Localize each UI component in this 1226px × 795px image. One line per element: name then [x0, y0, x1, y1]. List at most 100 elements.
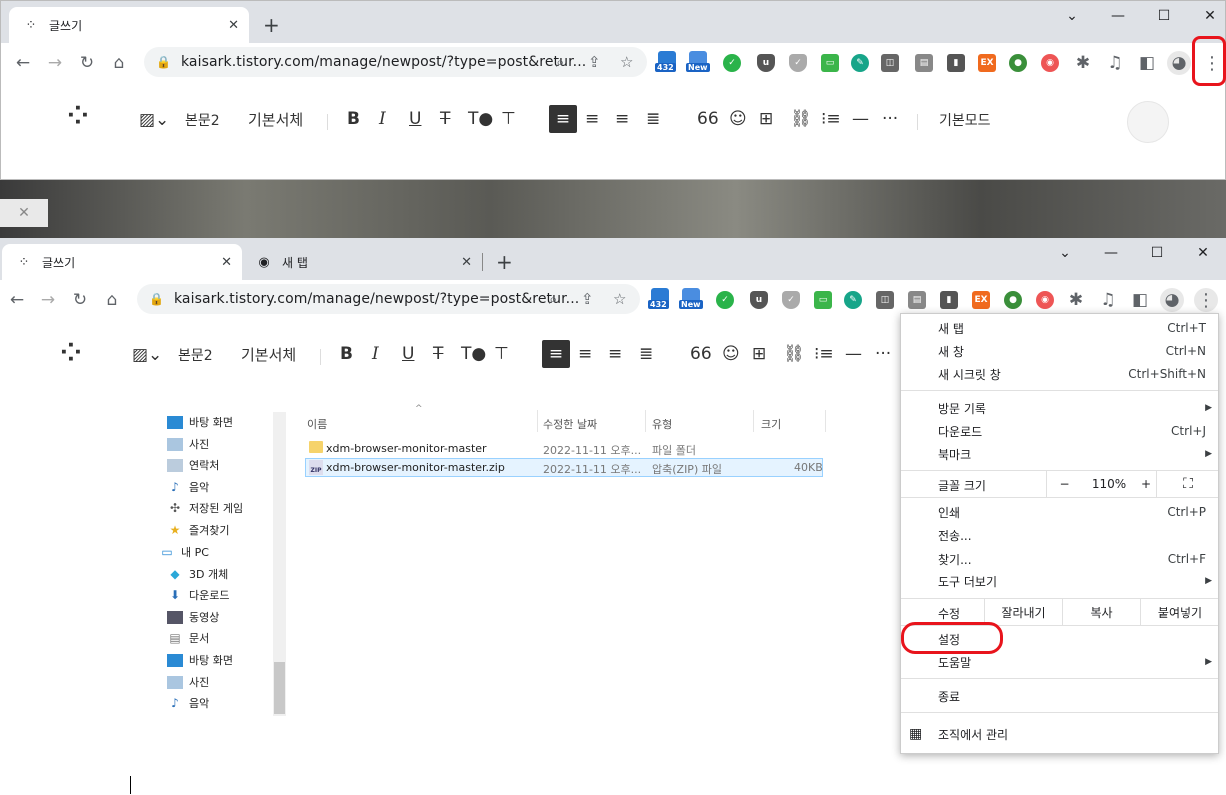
bottom-maximize-button[interactable]: ☐: [1134, 238, 1180, 268]
bottom-ext-cast-icon[interactable]: ▤: [908, 291, 926, 309]
top-maximize-button[interactable]: ☐: [1141, 1, 1187, 31]
top-ext-pdf-icon[interactable]: ◉: [1041, 54, 1059, 72]
bottom-align-center-icon[interactable]: ≡: [578, 344, 592, 364]
top-hr-icon[interactable]: —: [852, 109, 869, 129]
col-header-size[interactable]: 크기: [761, 416, 781, 432]
zoom-out-button[interactable]: −: [1046, 471, 1082, 497]
bottom-image-insert-icon[interactable]: ▨⌄: [132, 345, 162, 365]
top-paragraph-style[interactable]: 본문2: [185, 110, 220, 130]
bottom-ext-pdf-icon[interactable]: ◉: [1036, 291, 1054, 309]
bottom-tab-write[interactable]: ⁘ 글쓰기 ✕: [2, 244, 242, 280]
top-image-insert-icon[interactable]: ▨⌄: [139, 110, 169, 130]
bottom-ext-screen-icon[interactable]: ▭: [814, 291, 832, 309]
top-ext-ex-icon[interactable]: EX: [978, 54, 996, 72]
top-minimize-button[interactable]: —: [1095, 1, 1141, 31]
bottom-ext-ex-icon[interactable]: EX: [972, 291, 990, 309]
bottom-sidepanel-icon[interactable]: ◧: [1128, 288, 1152, 312]
paste-button[interactable]: 붙여넣기: [1140, 599, 1219, 625]
top-link-icon[interactable]: ⛓: [790, 109, 812, 129]
file-row-folder[interactable]: xdm-browser-monitor-master 2022-11-11 오후…: [305, 439, 823, 457]
bottom-align-justify-icon[interactable]: ≣: [639, 344, 653, 364]
cut-button[interactable]: 잘라내기: [984, 599, 1062, 625]
top-ext-green-icon[interactable]: ✓: [723, 54, 741, 72]
bottom-tab-search-icon[interactable]: ⌄: [1042, 238, 1088, 268]
menu-new-incognito[interactable]: 새 시크릿 창 Ctrl+Shift+N: [901, 363, 1218, 385]
bottom-quote-icon[interactable]: 66: [690, 344, 712, 364]
bottom-ext-shield-icon[interactable]: ✓: [782, 291, 800, 309]
top-align-center-icon[interactable]: ≡: [585, 109, 599, 129]
top-align-right-icon[interactable]: ≡: [615, 109, 629, 129]
nav-desktop-2[interactable]: 바탕 화면: [167, 652, 233, 668]
top-align-left-icon[interactable]: ≡: [549, 105, 577, 133]
top-ext-ublock-icon[interactable]: u: [757, 54, 775, 72]
bottom-tab2-close-icon[interactable]: ✕: [461, 255, 472, 270]
bottom-ext-ublock-icon[interactable]: u: [750, 291, 768, 309]
nav-favorites[interactable]: ★ 즐겨찾기: [167, 522, 230, 538]
bottom-list-icon[interactable]: ⁝≡: [814, 344, 834, 364]
top-editor-avatar[interactable]: [1127, 101, 1169, 143]
top-address-bar[interactable]: 🔒 kaisark.tistory.com/manage/newpost/?ty…: [144, 47, 647, 77]
top-close-button[interactable]: ✕: [1187, 1, 1226, 31]
bottom-link-icon[interactable]: ⛓: [783, 344, 805, 364]
menu-downloads[interactable]: 다운로드 Ctrl+J: [901, 420, 1218, 442]
bottom-minimize-button[interactable]: —: [1088, 238, 1134, 268]
top-bold-icon[interactable]: B: [347, 109, 360, 129]
top-forward-button[interactable]: →: [43, 51, 67, 75]
bottom-extensions-puzzle-icon[interactable]: ✱: [1064, 288, 1088, 312]
bottom-ext-green-icon[interactable]: ✓: [716, 291, 734, 309]
bottom-bookmark-star-icon[interactable]: ☆: [613, 290, 626, 308]
top-extensions-puzzle-icon[interactable]: ✱: [1071, 51, 1095, 75]
bottom-back-button[interactable]: ←: [5, 288, 29, 312]
menu-history[interactable]: 방문 기록 ▶: [901, 397, 1218, 419]
top-list-icon[interactable]: ⁝≡: [821, 109, 841, 129]
bottom-align-right-icon[interactable]: ≡: [608, 344, 622, 364]
top-font-style[interactable]: 기본서체: [248, 109, 303, 130]
top-tab-close-icon[interactable]: ✕: [228, 18, 239, 33]
bottom-media-icon[interactable]: ♫: [1096, 288, 1120, 312]
desktop-close-icon[interactable]: ✕: [18, 205, 30, 221]
col-header-name[interactable]: 이름: [307, 416, 327, 432]
top-align-justify-icon[interactable]: ≣: [646, 109, 660, 129]
top-reload-button[interactable]: ↻: [75, 51, 99, 75]
nav-this-pc[interactable]: ▭ 내 PC: [159, 544, 209, 560]
top-text-bg-icon[interactable]: ⊤: [501, 109, 516, 129]
menu-cast[interactable]: 전송...: [901, 524, 1218, 546]
bottom-forward-button[interactable]: →: [36, 288, 60, 312]
bottom-ext-pen-icon[interactable]: ✎: [844, 291, 862, 309]
top-ext-globe-icon[interactable]: ●: [1009, 54, 1027, 72]
nav-pictures-2[interactable]: 사진: [167, 674, 209, 690]
bottom-home-button[interactable]: ⌂: [100, 288, 124, 312]
bottom-ext-globe-icon[interactable]: ●: [1004, 291, 1022, 309]
nav-documents[interactable]: ▤ 문서: [167, 630, 209, 646]
scrollbar-thumb[interactable]: [274, 662, 285, 714]
bottom-more-icon[interactable]: ···: [875, 344, 891, 364]
top-more-icon[interactable]: ···: [882, 109, 898, 129]
menu-new-window[interactable]: 새 창 Ctrl+N: [901, 340, 1218, 362]
menu-more-tools[interactable]: 도구 더보기 ▶: [901, 570, 1218, 592]
menu-managed[interactable]: ▦ 조직에서 관리: [901, 723, 1218, 745]
bottom-emoji-icon[interactable]: ☺: [722, 344, 740, 364]
menu-print[interactable]: 인쇄 Ctrl+P: [901, 501, 1218, 523]
nav-music-2[interactable]: ♪ 음악: [167, 695, 209, 711]
file-row-zip[interactable]: ZIP xdm-browser-monitor-master.zip 2022-…: [305, 458, 823, 477]
nav-desktop[interactable]: 바탕 화면: [167, 414, 233, 430]
bottom-strike-icon[interactable]: T: [433, 344, 443, 364]
bottom-font-style[interactable]: 기본서체: [241, 344, 296, 365]
top-sidepanel-icon[interactable]: ◧: [1135, 51, 1159, 75]
nav-music[interactable]: ♪ 음악: [167, 479, 209, 495]
bottom-zoom-icon[interactable]: ⌕: [549, 290, 557, 308]
top-home-button[interactable]: ⌂: [107, 51, 131, 75]
col-header-date[interactable]: 수정한 날짜: [543, 416, 597, 432]
top-ext-dark-icon[interactable]: ▮: [947, 54, 965, 72]
top-ext-screen-icon[interactable]: ▭: [821, 54, 839, 72]
top-ext-pen-icon[interactable]: ✎: [851, 54, 869, 72]
top-text-color-icon[interactable]: T●: [468, 109, 493, 129]
top-zoom-icon[interactable]: ⌕: [556, 53, 564, 71]
fullscreen-icon[interactable]: ⛶: [1156, 471, 1219, 497]
nav-3d-objects[interactable]: ◆ 3D 개체: [167, 566, 228, 582]
top-tab-write[interactable]: ⁘ 글쓰기 ✕: [9, 7, 249, 43]
top-back-button[interactable]: ←: [11, 51, 35, 75]
top-share-icon[interactable]: ⇪: [588, 53, 601, 71]
bottom-more-menu-icon[interactable]: ⋮: [1194, 288, 1218, 312]
top-italic-icon[interactable]: I: [379, 109, 386, 129]
